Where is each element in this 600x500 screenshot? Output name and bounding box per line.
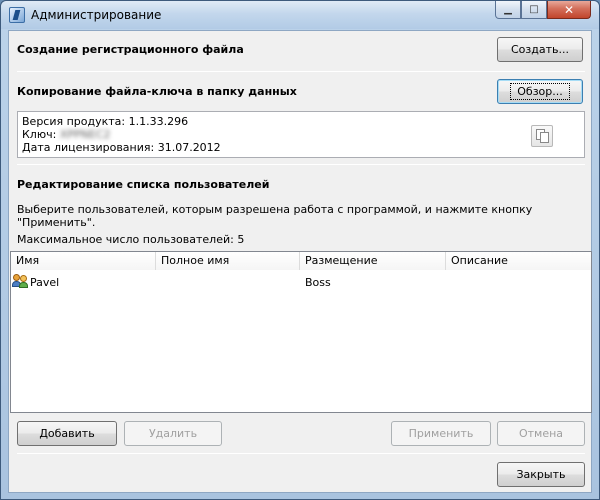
apply-button-label: Применить <box>408 427 474 440</box>
registration-heading: Создание регистрационного файла <box>17 43 244 56</box>
column-header-location[interactable]: Размещение <box>300 252 446 270</box>
cancel-button-label: Отмена <box>518 427 564 440</box>
cell-description <box>446 273 591 293</box>
minimize-button[interactable]: ▁ <box>495 1 521 19</box>
max-users: Максимальное число пользователей: 5 <box>17 233 245 246</box>
browse-button[interactable]: Обзор... <box>497 79 583 104</box>
column-header-full-name[interactable]: Полное имя <box>156 252 300 270</box>
close-window-button[interactable]: ✕ <box>547 1 591 19</box>
column-header-name[interactable]: Имя <box>11 252 156 270</box>
column-header-description[interactable]: Описание <box>446 252 591 270</box>
user-name: Pavel <box>30 276 60 289</box>
users-group-icon <box>12 274 30 288</box>
caption-buttons: ▁ □ ✕ <box>495 1 591 19</box>
users-instruction: Выберите пользователей, которым разрешен… <box>17 203 533 229</box>
cell-location: Boss <box>305 276 331 289</box>
create-button[interactable]: Создать... <box>497 37 583 62</box>
cancel-button[interactable]: Отмена <box>497 421 585 446</box>
key-row: Ключ: XPPNEC2 <box>22 128 110 141</box>
close-button-label: Закрыть <box>516 468 566 481</box>
cell-full-name <box>156 273 300 293</box>
license-date: Дата лицензирования: 31.07.2012 <box>22 141 221 154</box>
keyfile-heading: Копирование файла-ключа в папку данных <box>17 85 297 98</box>
product-version: Версия продукта: 1.1.33.296 <box>22 115 189 128</box>
app-icon <box>9 7 25 23</box>
key-value: XPPNEC2 <box>59 128 111 141</box>
title-bar[interactable]: Администрирование ▁ □ ✕ <box>1 1 599 29</box>
delete-button[interactable]: Удалить <box>124 421 222 446</box>
dialog-client-area: Создание регистрационного файла Создать.… <box>8 30 592 493</box>
apply-button[interactable]: Применить <box>391 421 491 446</box>
divider <box>17 164 585 165</box>
key-label: Ключ: <box>22 128 57 141</box>
users-heading: Редактирование списка пользователей <box>17 178 270 191</box>
browse-button-label: Обзор... <box>510 83 570 100</box>
create-button-label: Создать... <box>511 43 569 56</box>
add-button[interactable]: Добавить <box>17 421 117 446</box>
table-header: Имя Полное имя Размещение Описание <box>11 252 591 270</box>
maximize-button[interactable]: □ <box>521 1 547 19</box>
divider <box>17 453 585 454</box>
cell-name: Pavel <box>11 273 156 293</box>
admin-window: Администрирование ▁ □ ✕ Создание регистр… <box>0 0 600 500</box>
close-button[interactable]: Закрыть <box>497 462 585 487</box>
users-table[interactable]: Имя Полное имя Размещение Описание Pavel… <box>10 251 592 413</box>
divider <box>17 71 585 72</box>
table-row[interactable]: Pavel Boss <box>11 273 591 293</box>
delete-button-label: Удалить <box>148 427 198 440</box>
copy-icon[interactable] <box>531 125 553 147</box>
license-info-box: Версия продукта: 1.1.33.296 Ключ: XPPNEC… <box>17 111 585 158</box>
window-title: Администрирование <box>31 8 162 22</box>
add-button-label: Добавить <box>39 427 95 440</box>
